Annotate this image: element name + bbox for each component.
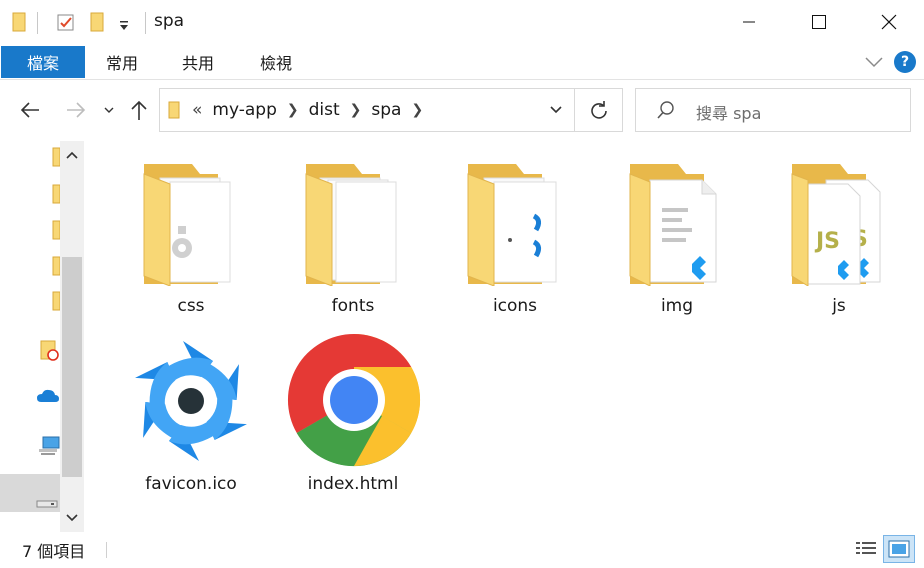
ribbon-tabs: 檔案 常用 共用 檢視 ?	[0, 44, 924, 80]
file-list: css fonts icons img JS js favicon.ico in…	[100, 140, 924, 530]
quick-access-separator	[37, 12, 38, 34]
file-item-index-html[interactable]: index.html	[278, 318, 428, 494]
nav-folder-icon[interactable]	[52, 220, 61, 244]
search-box[interactable]: 搜尋 spa	[635, 88, 911, 132]
folder-icon	[12, 12, 26, 36]
quasar-logo-icon	[134, 338, 248, 464]
status-bar: 7 個項目	[0, 532, 924, 568]
creative-cloud-folder-icon[interactable]	[40, 340, 60, 366]
nav-folder-icon[interactable]	[52, 147, 61, 171]
refresh-button[interactable]	[576, 89, 622, 131]
nav-folder-icon[interactable]	[52, 184, 61, 208]
folder-item-img[interactable]: img	[602, 140, 752, 316]
item-label: img	[660, 296, 694, 316]
onedrive-icon[interactable]	[36, 388, 60, 408]
details-view-button[interactable]	[852, 536, 880, 562]
address-bar[interactable]: « my-app ❯ dist ❯ spa ❯	[159, 88, 623, 132]
title-bar: spa	[0, 0, 924, 44]
item-label: icons	[492, 296, 538, 316]
item-label: favicon.ico	[145, 474, 237, 494]
navigation-pane	[0, 138, 100, 532]
item-label: css	[177, 296, 205, 316]
breadcrumb-separator-icon[interactable]: ❯	[411, 102, 423, 118]
folder-icon	[458, 160, 572, 287]
folder-icon	[620, 160, 734, 287]
status-separator	[106, 542, 107, 558]
search-placeholder: 搜尋 spa	[696, 104, 762, 123]
folder-icon: S JS	[782, 160, 896, 287]
close-button[interactable]	[854, 0, 924, 44]
this-pc-icon[interactable]	[38, 436, 60, 460]
up-button[interactable]	[126, 97, 152, 123]
forward-button[interactable]	[62, 97, 90, 123]
folder-icon	[296, 160, 410, 287]
minimize-button[interactable]	[714, 0, 784, 44]
tab-home[interactable]: 常用	[106, 46, 138, 78]
search-icon	[656, 100, 676, 124]
breadcrumb-spa[interactable]: spa	[371, 100, 401, 120]
breadcrumb: « my-app ❯ dist ❯ spa ❯	[168, 89, 433, 131]
scroll-thumb[interactable]	[62, 257, 82, 477]
breadcrumb-my-app[interactable]: my-app	[212, 100, 276, 120]
new-folder-icon[interactable]	[90, 12, 104, 36]
tab-file[interactable]: 檔案	[1, 46, 85, 78]
properties-icon[interactable]	[56, 12, 76, 36]
item-label: js	[832, 296, 846, 316]
folder-item-icons[interactable]: icons	[440, 140, 590, 316]
customize-toolbar-icon[interactable]	[118, 17, 130, 36]
folder-item-css[interactable]: css	[116, 140, 266, 316]
breadcrumb-separator-icon[interactable]: ❯	[350, 102, 362, 118]
nav-pane-scrollbar[interactable]	[60, 141, 84, 532]
nav-folder-icon[interactable]	[52, 256, 61, 280]
nav-folder-icon[interactable]	[52, 291, 61, 315]
tab-view[interactable]: 檢視	[260, 46, 292, 78]
maximize-button[interactable]	[784, 0, 854, 44]
folder-item-fonts[interactable]: fonts	[278, 140, 428, 316]
breadcrumb-overflow[interactable]: «	[192, 100, 202, 120]
title-separator	[145, 12, 146, 34]
expand-ribbon-icon[interactable]	[864, 54, 884, 73]
back-button[interactable]	[16, 97, 44, 123]
breadcrumb-dist[interactable]: dist	[309, 100, 340, 120]
folder-item-js[interactable]: S JS js	[764, 140, 914, 316]
item-label: fonts	[331, 296, 375, 316]
address-history-button[interactable]	[537, 89, 575, 131]
address-folder-icon	[168, 101, 180, 119]
item-label: index.html	[307, 474, 399, 494]
file-explorer-window: spa 檔案 常用 共用 檢視 ? « my-app ❯ dist ❯ spa …	[0, 0, 924, 568]
navigation-bar: « my-app ❯ dist ❯ spa ❯ 搜尋 spa	[0, 80, 924, 138]
breadcrumb-separator-icon[interactable]: ❯	[287, 102, 299, 118]
help-button[interactable]: ?	[894, 51, 916, 73]
window-title: spa	[154, 11, 185, 31]
file-item-favicon[interactable]: favicon.ico	[116, 318, 266, 494]
large-icons-view-button[interactable]	[883, 535, 915, 563]
item-count: 7 個項目	[22, 542, 86, 561]
scroll-down-button[interactable]	[60, 504, 84, 532]
scroll-up-button[interactable]	[60, 141, 84, 169]
svg-text:JS: JS	[814, 229, 840, 254]
chrome-icon	[287, 334, 421, 467]
tab-share[interactable]: 共用	[182, 46, 214, 78]
drive-icon[interactable]	[36, 494, 58, 513]
folder-icon	[134, 160, 248, 287]
recent-locations-button[interactable]	[100, 97, 118, 123]
